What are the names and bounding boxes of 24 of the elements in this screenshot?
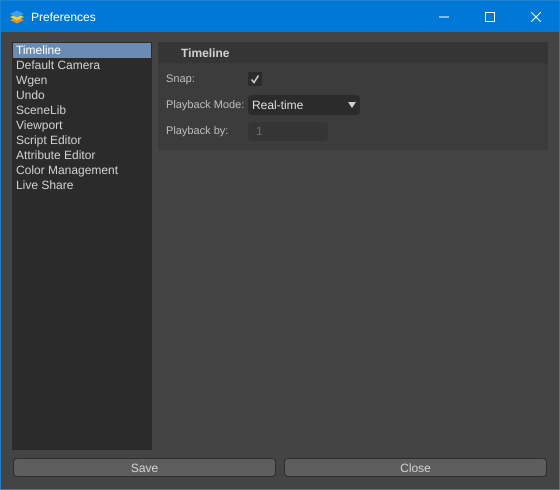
field-label: Snap: (166, 72, 196, 87)
sidebar-item[interactable]: Viewport (13, 118, 151, 133)
sidebar-item[interactable]: Attribute Editor (13, 148, 151, 163)
field-label: Playback Mode: (166, 98, 246, 113)
maximize-icon (485, 12, 495, 22)
sidebar-item[interactable]: Script Editor (13, 133, 151, 148)
sidebar-item[interactable]: Wgen (13, 73, 151, 88)
window-title: Preferences (31, 8, 96, 26)
sidebar-item[interactable]: Timeline (13, 43, 151, 58)
dialog-button[interactable]: Save (13, 458, 276, 477)
snap-checkbox[interactable] (248, 72, 262, 86)
playback-mode-dropdown[interactable]: Real-time (248, 95, 360, 115)
sidebar-item[interactable]: Live Share (13, 178, 151, 193)
section-title: Timeline (181, 44, 230, 62)
sidebar-item[interactable]: Color Management (13, 163, 151, 178)
dialog-button[interactable]: Close (284, 458, 547, 477)
caret-icon (348, 102, 356, 108)
field-label: Playback by: (166, 124, 230, 139)
checkmark-icon (250, 74, 260, 84)
sidebar-item[interactable]: Undo (13, 88, 151, 103)
close-icon (531, 12, 541, 22)
sidebar-item[interactable]: SceneLib (13, 103, 151, 118)
sidebar-item[interactable]: Default Camera (13, 58, 151, 73)
stacked-layers-icon (9, 8, 25, 24)
